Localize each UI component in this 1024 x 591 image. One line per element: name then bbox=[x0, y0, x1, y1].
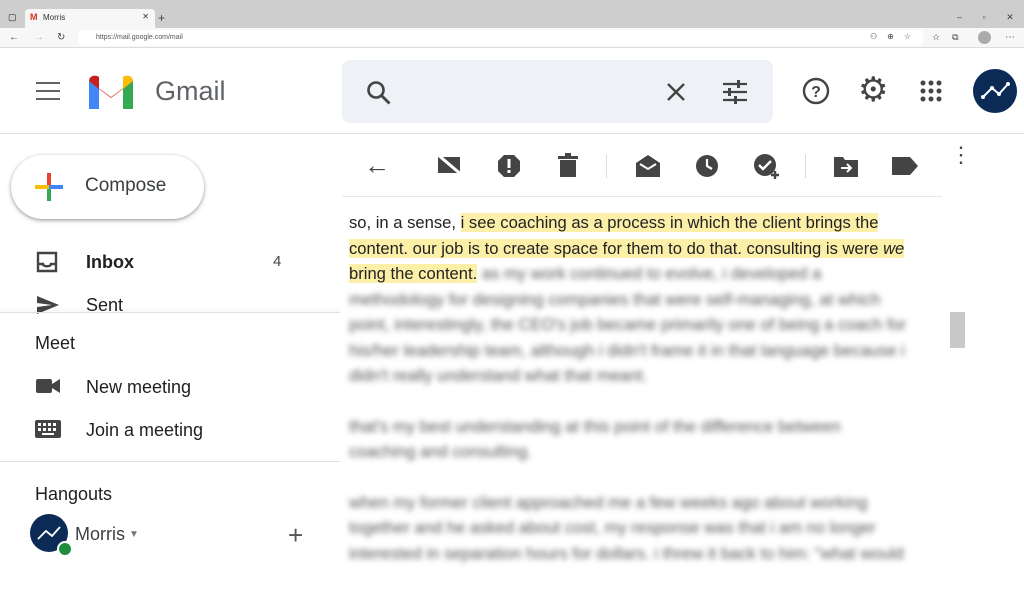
tab-actions-icon[interactable]: ▢ bbox=[8, 12, 17, 23]
browser-tab[interactable]: M Morris ✕ bbox=[25, 9, 155, 28]
window-controls[interactable]: – ▫ ✕ bbox=[957, 12, 1014, 23]
app-name: Gmail bbox=[155, 76, 226, 106]
snooze-icon[interactable] bbox=[695, 154, 719, 178]
help-icon[interactable]: ? bbox=[802, 77, 830, 105]
toolbar-divider bbox=[342, 196, 942, 197]
highlighted-text-part: bring the content. bbox=[349, 264, 478, 283]
back-icon[interactable]: ← bbox=[9, 32, 19, 43]
emphasized-text: we bbox=[883, 238, 905, 258]
sidebar-item-inbox[interactable]: Inbox bbox=[86, 252, 134, 273]
divider bbox=[606, 154, 607, 178]
inbox-count: 4 bbox=[273, 253, 282, 270]
add-to-tasks-icon[interactable] bbox=[753, 153, 781, 181]
apps-icon[interactable] bbox=[920, 80, 942, 102]
tab-title: Morris bbox=[43, 13, 66, 22]
report-spam-icon[interactable] bbox=[497, 154, 521, 178]
settings-icon[interactable]: ⚙ bbox=[858, 70, 888, 110]
address-bar-icons[interactable]: ⚇⊕☆ bbox=[870, 32, 921, 41]
mark-as-read-icon[interactable] bbox=[635, 154, 661, 178]
url-text: https://mail.google.com/mail bbox=[96, 34, 183, 41]
search-options-icon[interactable] bbox=[722, 80, 748, 104]
more-icon[interactable]: ⋯ bbox=[1005, 32, 1015, 43]
email-body: so, in a sense, i see coaching as a proc… bbox=[349, 210, 909, 591]
new-meeting-button[interactable]: New meeting bbox=[86, 377, 191, 398]
divider bbox=[0, 312, 340, 313]
back-to-inbox-icon[interactable]: ← bbox=[364, 150, 390, 181]
join-meeting-button[interactable]: Join a meeting bbox=[86, 420, 203, 441]
hangouts-avatar[interactable] bbox=[30, 514, 74, 558]
search-icon[interactable] bbox=[366, 80, 392, 106]
clear-search-icon[interactable] bbox=[665, 81, 687, 103]
forward-icon[interactable]: → bbox=[34, 32, 44, 43]
profile-icon[interactable] bbox=[978, 31, 991, 44]
divider bbox=[0, 461, 340, 462]
compose-button[interactable]: Compose bbox=[11, 155, 204, 219]
meet-section-title: Meet bbox=[35, 333, 76, 353]
more-options-icon[interactable]: ⋮ bbox=[950, 144, 972, 166]
label-icon[interactable] bbox=[892, 157, 918, 175]
gmail-logo-icon bbox=[89, 75, 133, 109]
blurred-paragraph: when my former client approached me a fe… bbox=[349, 492, 904, 563]
compose-label: Compose bbox=[85, 175, 167, 196]
new-tab-icon[interactable]: + bbox=[158, 11, 165, 25]
keyboard-icon bbox=[35, 420, 61, 438]
dropdown-caret-icon[interactable]: ▼ bbox=[129, 529, 139, 540]
reload-icon[interactable]: ↻ bbox=[57, 32, 65, 43]
hangouts-user-name[interactable]: Morris bbox=[75, 524, 125, 545]
url-input[interactable]: https://mail.google.com/mail bbox=[78, 30, 923, 46]
plus-icon bbox=[35, 173, 63, 201]
svg-text:?: ? bbox=[811, 84, 821, 101]
move-to-icon[interactable] bbox=[834, 155, 858, 177]
email-text: so, in a sense, bbox=[349, 213, 461, 232]
scrollbar-thumb[interactable] bbox=[950, 312, 965, 348]
close-tab-icon[interactable]: ✕ bbox=[142, 12, 149, 21]
blurred-paragraph: that's my best understanding at this poi… bbox=[349, 416, 841, 462]
gmail-favicon-icon: M bbox=[30, 12, 38, 22]
search-input[interactable] bbox=[342, 60, 773, 123]
main-menu-icon[interactable] bbox=[36, 82, 60, 100]
add-hangout-icon[interactable]: + bbox=[288, 520, 303, 551]
account-avatar[interactable] bbox=[973, 69, 1017, 113]
browser-toolbar-icons[interactable]: ☆⧉ bbox=[932, 32, 971, 43]
divider bbox=[805, 154, 806, 178]
inbox-icon[interactable] bbox=[36, 251, 58, 273]
hangouts-section-title: Hangouts bbox=[35, 484, 113, 504]
mark-unread-icon[interactable] bbox=[437, 154, 463, 176]
delete-icon[interactable] bbox=[558, 153, 578, 177]
video-camera-icon bbox=[36, 379, 60, 393]
